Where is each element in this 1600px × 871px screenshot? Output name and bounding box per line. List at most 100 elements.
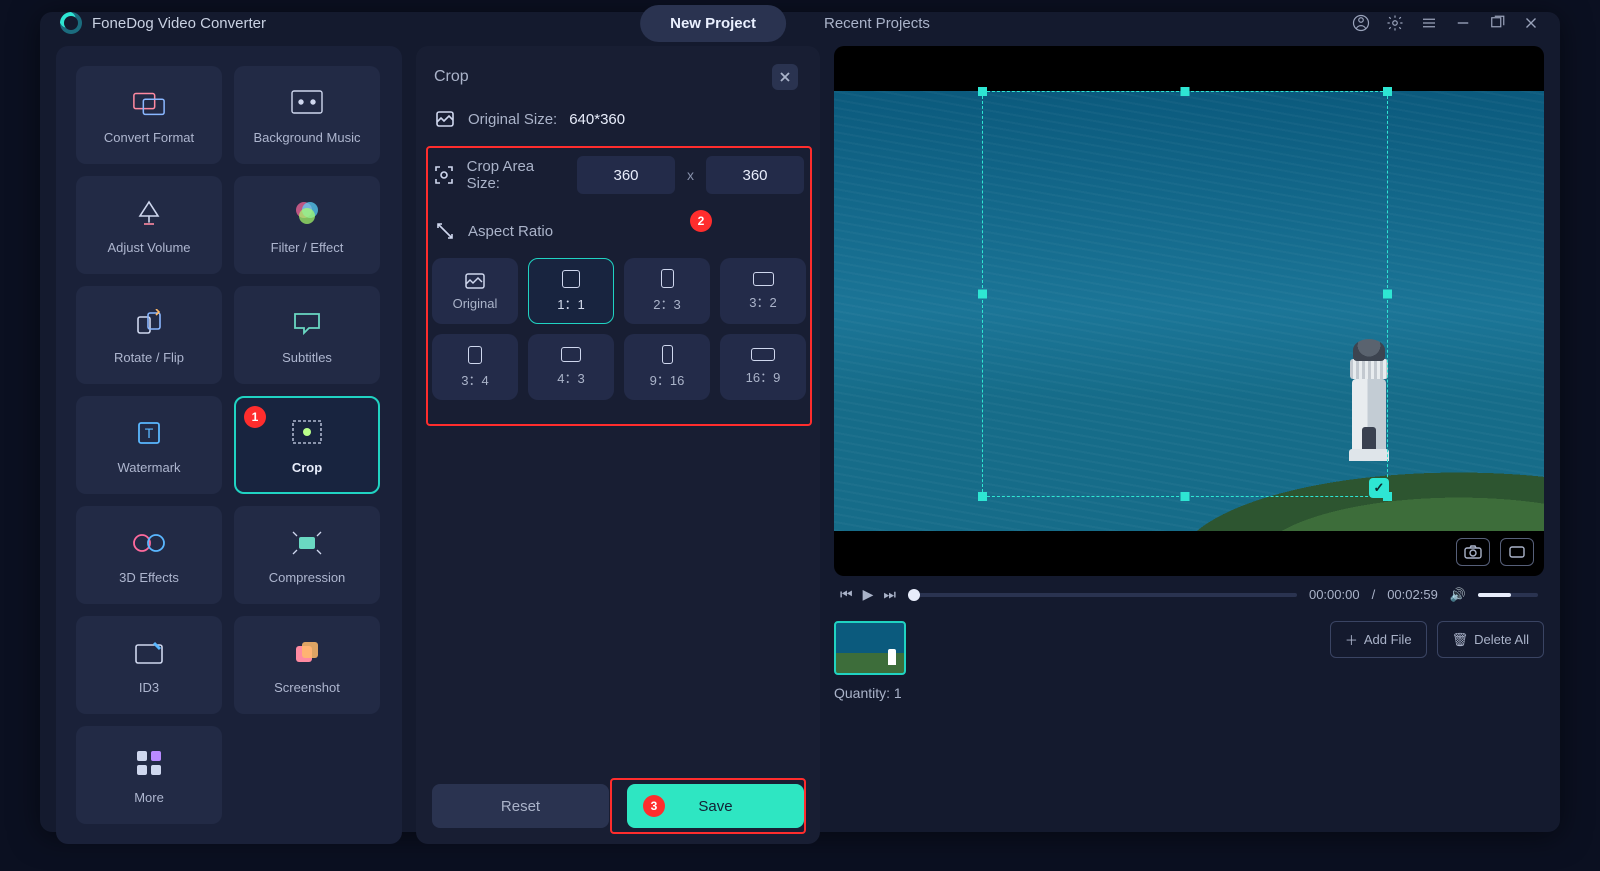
- next-frame-button[interactable]: ⏭: [883, 586, 896, 603]
- compression-icon: [290, 526, 324, 560]
- close-icon[interactable]: [1522, 14, 1540, 32]
- tool-label: Subtitles: [282, 350, 332, 365]
- ratio-label: 1：1: [557, 294, 584, 313]
- tool-label: 3D Effects: [119, 570, 179, 585]
- ratio-shape-icon: [468, 346, 482, 364]
- tool-adjust-volume[interactable]: Adjust Volume: [76, 176, 222, 274]
- time-sep: /: [1372, 587, 1376, 602]
- close-panel-button[interactable]: [772, 64, 798, 90]
- tool-convert-format[interactable]: Convert Format: [76, 66, 222, 164]
- maximize-icon[interactable]: [1488, 14, 1506, 32]
- seek-thumb[interactable]: [908, 589, 920, 601]
- tab-new-project[interactable]: New Project: [640, 5, 786, 42]
- tool-filter-effect[interactable]: Filter / Effect: [234, 176, 380, 274]
- account-icon[interactable]: [1352, 14, 1370, 32]
- seek-track[interactable]: [908, 593, 1297, 597]
- tool-label: Background Music: [254, 130, 361, 145]
- video-player[interactable]: ✓: [834, 46, 1544, 576]
- tool-label: Screenshot: [274, 680, 340, 695]
- tool-label: More: [134, 790, 164, 805]
- volume-icon[interactable]: 🔊: [1450, 587, 1466, 603]
- tool-compression[interactable]: Compression: [234, 506, 380, 604]
- ratio-16-9[interactable]: 16：9: [720, 334, 806, 400]
- crop-handle-mr[interactable]: [1383, 290, 1392, 299]
- playback-controls: ⏮ ▶ ⏭: [840, 586, 896, 603]
- tool-crop[interactable]: 1 Crop: [234, 396, 380, 494]
- project-tabs: New Project Recent Projects: [640, 5, 960, 42]
- tool-background-music[interactable]: Background Music: [234, 66, 380, 164]
- delete-all-button[interactable]: 🗑Delete All: [1437, 621, 1544, 658]
- prev-frame-button[interactable]: ⏮: [840, 586, 853, 603]
- crop-handle-ml[interactable]: [978, 290, 987, 299]
- crop-handle-tr[interactable]: [1383, 87, 1392, 96]
- more-icon: [132, 746, 166, 780]
- tool-screenshot[interactable]: Screenshot: [234, 616, 380, 714]
- save-button[interactable]: 3 Save: [627, 784, 804, 828]
- play-button[interactable]: ▶: [863, 586, 874, 603]
- ratio-9-16[interactable]: 9：16: [624, 334, 710, 400]
- tool-rotate-flip[interactable]: Rotate / Flip: [76, 286, 222, 384]
- volume-track[interactable]: [1478, 593, 1538, 597]
- crop-width-input[interactable]: [577, 156, 675, 194]
- original-size-icon: [434, 108, 456, 130]
- ratio-3-2[interactable]: 3：2: [720, 258, 806, 324]
- crop-area-icon: [434, 164, 455, 186]
- screenshot-icon: [290, 636, 324, 670]
- ratio-label: 16：9: [746, 367, 781, 386]
- ratio-shape-icon: [753, 272, 774, 286]
- ratio-2-3[interactable]: 2：3: [624, 258, 710, 324]
- ratio-original[interactable]: Original: [432, 258, 518, 324]
- original-size-value: 640*360: [569, 111, 625, 128]
- file-bar: Quantity: 1 ＋Add File 🗑Delete All: [834, 613, 1544, 701]
- settings-gear-icon[interactable]: [1386, 14, 1404, 32]
- crop-handle-bm[interactable]: [1181, 492, 1190, 501]
- ratio-3-4[interactable]: 3：4: [432, 334, 518, 400]
- ratio-label: 3：4: [461, 370, 488, 389]
- callout-2: 2: [690, 210, 712, 232]
- snapshot-button[interactable]: [1456, 538, 1490, 566]
- crop-handle-tl[interactable]: [978, 87, 987, 96]
- dimension-separator: x: [687, 167, 694, 183]
- logo-icon: [60, 12, 82, 34]
- tool-label: Convert Format: [104, 130, 194, 145]
- ratio-1-1[interactable]: 1：1: [528, 258, 614, 324]
- filter-effect-icon: [290, 196, 324, 230]
- reset-button[interactable]: Reset: [432, 784, 609, 828]
- crop-panel: Crop Original Size: 640*360 2 Crop Area …: [416, 46, 820, 844]
- tool-watermark[interactable]: T Watermark: [76, 396, 222, 494]
- ratio-label: 4：3: [557, 368, 584, 387]
- file-thumbnail[interactable]: [834, 621, 906, 675]
- crop-selection-rect[interactable]: ✓: [982, 91, 1388, 497]
- crop-handle-tm[interactable]: [1181, 87, 1190, 96]
- original-size-label: Original Size:: [468, 111, 557, 128]
- tool-label: Filter / Effect: [271, 240, 344, 255]
- tool-id3[interactable]: ID3: [76, 616, 222, 714]
- tool-3d-effects[interactable]: 3D Effects: [76, 506, 222, 604]
- tool-grid: Convert Format Background Music Adjust V…: [56, 46, 402, 844]
- crop-title: Crop: [434, 68, 469, 86]
- crop-header: Crop: [432, 60, 804, 104]
- menu-icon[interactable]: [1420, 14, 1438, 32]
- quantity-value: 1: [894, 685, 902, 701]
- crop-height-input[interactable]: [706, 156, 804, 194]
- fullscreen-button[interactable]: [1500, 538, 1534, 566]
- ratio-shape-icon: [662, 345, 673, 364]
- subtitles-icon: [290, 306, 324, 340]
- file-list: Quantity: 1: [834, 621, 906, 701]
- crop-handle-bl[interactable]: [978, 492, 987, 501]
- ratio-4-3[interactable]: 4：3: [528, 334, 614, 400]
- crop-area-row: Crop Area Size: x: [434, 156, 804, 194]
- tool-subtitles[interactable]: Subtitles: [234, 286, 380, 384]
- add-file-button[interactable]: ＋Add File: [1330, 621, 1427, 658]
- tab-recent-projects[interactable]: Recent Projects: [794, 5, 960, 42]
- ratio-shape-icon: [661, 269, 674, 288]
- tool-more[interactable]: More: [76, 726, 222, 824]
- window-controls: [1352, 14, 1540, 32]
- save-button-label: Save: [698, 798, 732, 815]
- minimize-icon[interactable]: [1454, 14, 1472, 32]
- titlebar: FoneDog Video Converter New Project Rece…: [40, 12, 1560, 34]
- tool-label: Compression: [269, 570, 346, 585]
- crop-confirm-check-icon[interactable]: ✓: [1369, 478, 1389, 498]
- tool-label: ID3: [139, 680, 159, 695]
- ratio-label: 3：2: [749, 292, 776, 311]
